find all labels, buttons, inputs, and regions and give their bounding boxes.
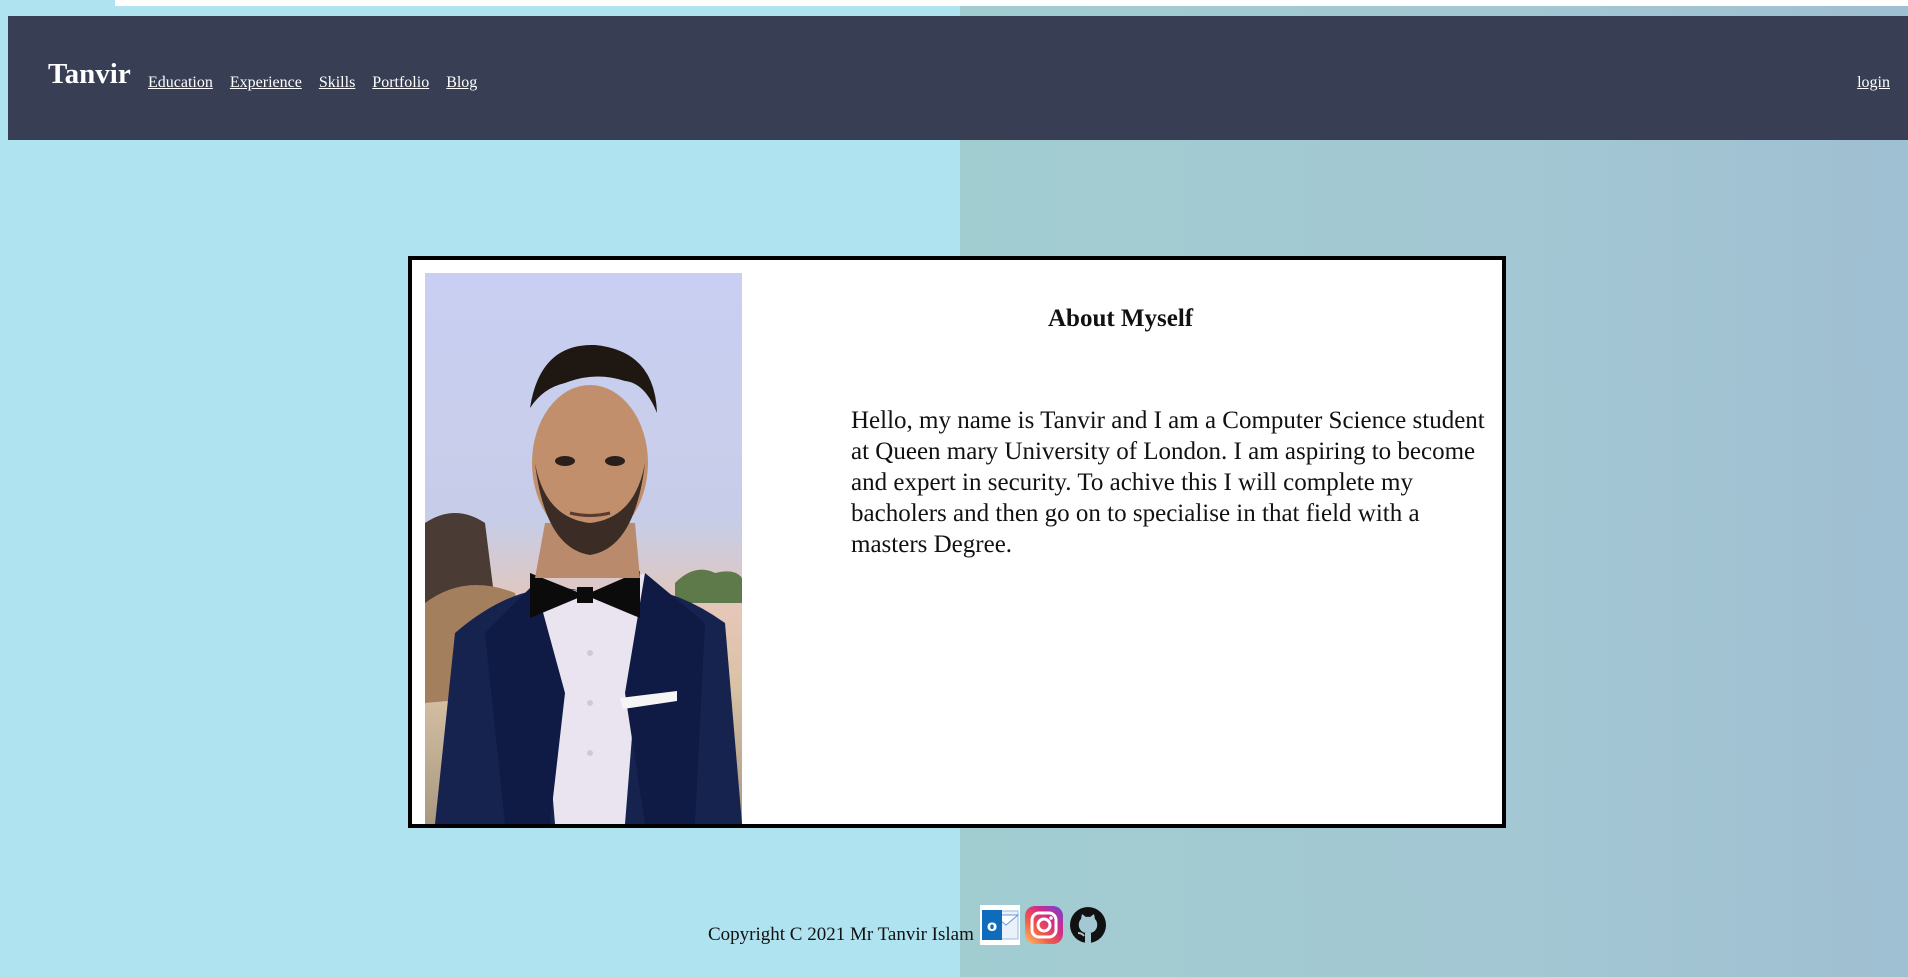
brand-logo[interactable]: Tanvir [48,60,131,89]
nav-link-portfolio[interactable]: Portfolio [372,73,429,92]
navbar: Tanvir Education Experience Skills Portf… [8,16,1908,140]
nav-link-skills[interactable]: Skills [319,73,355,92]
nav-links: Education Experience Skills Portfolio Bl… [148,73,477,92]
nav-link-blog[interactable]: Blog [446,73,477,92]
instagram-icon[interactable] [1024,905,1064,945]
login-link[interactable]: login [1857,73,1890,92]
profile-photo [425,273,742,824]
outlook-icon[interactable]: o [979,905,1020,945]
about-title: About Myself [1048,304,1194,332]
nav-link-education[interactable]: Education [148,73,213,92]
about-text: Hello, my name is Tanvir and I am a Comp… [851,407,1485,558]
about-card: About Myself Hello, my name is Tanvir an… [408,256,1506,828]
footer: Copyright C 2021 Mr Tanvir Islam o [708,905,1108,945]
copyright-text: Copyright C 2021 Mr Tanvir Islam [708,924,974,946]
github-icon[interactable] [1068,905,1108,945]
svg-text:o: o [987,917,997,935]
nav-link-experience[interactable]: Experience [230,73,302,92]
top-strip [115,0,1908,6]
